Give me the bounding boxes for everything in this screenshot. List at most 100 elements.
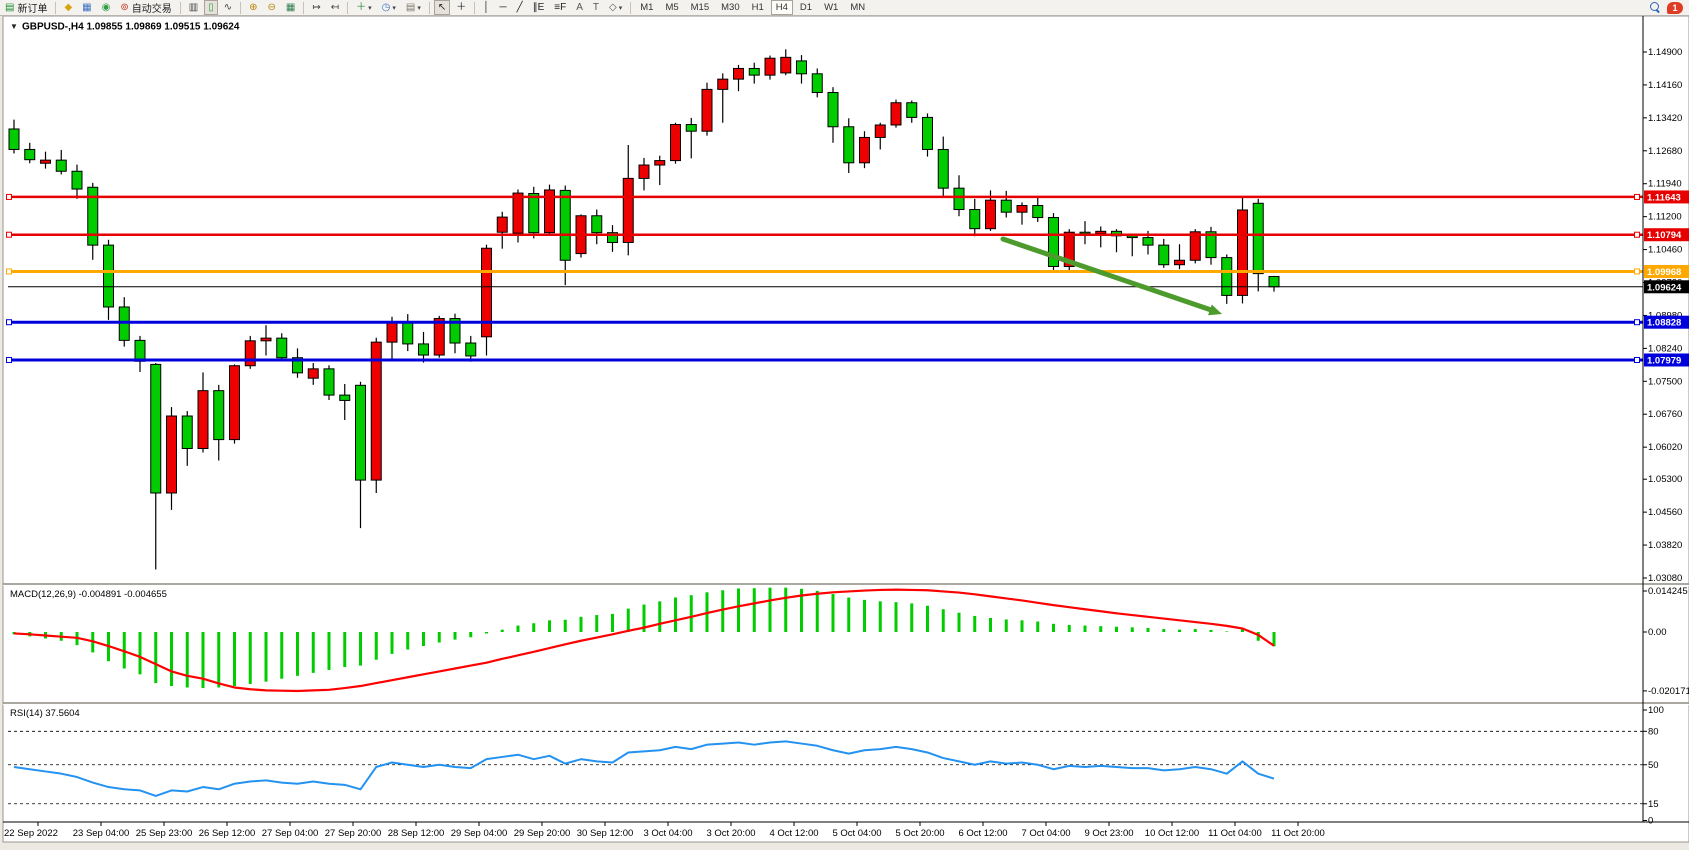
timeframe-button-m15[interactable]: M15	[686, 0, 714, 15]
line-handle[interactable]	[1635, 232, 1640, 237]
time-axis-label: 4 Oct 12:00	[769, 828, 818, 839]
bullish-candle	[245, 341, 255, 366]
trendline-button[interactable]: ╱	[513, 0, 527, 15]
toolbar-separator	[630, 2, 631, 14]
timeframe-button-m30[interactable]: M30	[716, 0, 744, 15]
vertical-line-icon: │	[483, 2, 489, 14]
data-window-icon[interactable]: ▦	[78, 0, 95, 15]
bullish-candle	[434, 319, 444, 355]
timeframe-button-mn[interactable]: MN	[845, 0, 870, 15]
bearish-candle	[182, 416, 192, 448]
timeframe-button-m5[interactable]: M5	[660, 0, 683, 15]
bearish-candle	[954, 188, 964, 209]
text-icon: A	[576, 2, 583, 14]
add-indicator-button[interactable]: ＋▾	[352, 0, 376, 15]
line-chart-icon[interactable]: ∿	[220, 0, 236, 15]
bullish-candle	[230, 366, 240, 440]
bearish-candle	[1159, 245, 1169, 265]
symbol-dropdown-icon[interactable]: ▼	[10, 22, 18, 31]
shapes-button[interactable]: ◇▾	[605, 0, 626, 15]
line-handle[interactable]	[7, 232, 12, 237]
time-axis-label: 7 Oct 04:00	[1021, 828, 1070, 839]
line-handle[interactable]	[7, 269, 12, 274]
bearish-candle	[340, 395, 350, 400]
bearish-candle	[529, 194, 539, 233]
new-order-button-label: 新订单	[17, 0, 47, 15]
rsi-axis-label: 100	[1648, 705, 1664, 716]
price-axis-label: 1.04560	[1648, 507, 1682, 518]
horizontal-line-button[interactable]: ─	[495, 0, 510, 15]
time-axis-label: 25 Sep 23:00	[136, 828, 193, 839]
line-handle[interactable]	[1635, 357, 1640, 362]
bullish-candle	[781, 57, 791, 73]
chart-shift-icon[interactable]: ↤	[327, 0, 343, 15]
crosshair-button[interactable]: ＋	[452, 0, 470, 15]
auto-scroll-icon: ↦	[312, 2, 320, 14]
toolbar-separator	[429, 2, 430, 14]
bar-chart-icon: ▥	[189, 2, 198, 14]
search-icon[interactable]	[1650, 2, 1661, 13]
line-handle[interactable]	[7, 357, 12, 362]
time-axis-label: 29 Sep 04:00	[451, 828, 508, 839]
bullish-candle	[1175, 260, 1185, 264]
chart-canvas[interactable]: 1.149001.141601.134201.126801.119401.112…	[0, 16, 1689, 850]
timeframe-button-h1[interactable]: H1	[747, 0, 769, 15]
channel-button[interactable]: ∥E	[529, 0, 549, 15]
timeframe-button-h4[interactable]: H4	[771, 0, 793, 15]
bearish-candle	[686, 125, 696, 132]
bullish-candle	[623, 178, 633, 242]
tile-windows-icon[interactable]: ▦	[282, 0, 299, 15]
timeframe-button-m1[interactable]: M1	[635, 0, 658, 15]
auto-trading-button[interactable]: ⊚自动交易	[116, 0, 175, 15]
new-order-button[interactable]: ▤新订单	[1, 0, 51, 15]
zoom-out-icon[interactable]: ⊖	[263, 0, 279, 15]
chevron-down-icon: ▾	[417, 4, 421, 12]
line-handle[interactable]	[7, 320, 12, 325]
vertical-line-button[interactable]: │	[479, 0, 493, 15]
text-label-button[interactable]: T	[589, 0, 603, 15]
templates-menu-button[interactable]: ▤▾	[402, 0, 425, 15]
time-axis-label: 11 Oct 04:00	[1208, 828, 1262, 839]
market-watch-icon: ◆	[64, 2, 72, 14]
timeframe-button-d1[interactable]: D1	[795, 0, 817, 15]
candlestick-chart-icon[interactable]: ▯	[204, 0, 218, 15]
bullish-candle	[261, 338, 271, 341]
market-watch-icon[interactable]: ◆	[60, 0, 76, 15]
line-handle[interactable]	[1635, 320, 1640, 325]
svg-text:1.08828: 1.08828	[1647, 318, 1681, 329]
timeframe-button-w1[interactable]: W1	[819, 0, 843, 15]
notification-badge[interactable]: 1	[1667, 2, 1683, 14]
bullish-candle	[655, 161, 665, 165]
text-button[interactable]: A	[572, 0, 587, 15]
current-price-tag: 1.09624	[1644, 280, 1689, 293]
time-axis-label: 9 Oct 23:00	[1084, 828, 1133, 839]
bar-chart-icon[interactable]: ▥	[185, 0, 202, 15]
zoom-in-icon[interactable]: ⊕	[245, 0, 261, 15]
line-handle[interactable]	[7, 194, 12, 199]
svg-text:1.10794: 1.10794	[1647, 230, 1682, 241]
bullish-candle	[497, 217, 507, 232]
zoom-out-icon: ⊖	[267, 2, 275, 14]
cursor-button[interactable]: ↖	[434, 0, 450, 15]
bearish-candle	[56, 160, 66, 171]
svg-text:1.09968: 1.09968	[1647, 267, 1681, 278]
macd-axis-label: 0.00	[1648, 627, 1667, 638]
fibonacci-button[interactable]: ≡F	[550, 0, 570, 15]
auto-scroll-icon[interactable]: ↦	[308, 0, 324, 15]
time-axis-label: 6 Oct 12:00	[958, 828, 1007, 839]
bullish-candle	[513, 193, 523, 233]
line-handle[interactable]	[1635, 194, 1640, 199]
bearish-candle	[214, 391, 224, 440]
bearish-candle	[970, 210, 980, 229]
timeframes-menu-button[interactable]: ◷▾	[378, 0, 400, 15]
rsi-header: RSI(14) 37.5604	[10, 708, 80, 719]
cursor-icon: ↖	[438, 2, 446, 14]
chart-shift-icon: ↤	[331, 2, 339, 14]
line-handle[interactable]	[1635, 269, 1640, 274]
chevron-down-icon: ▾	[619, 4, 623, 12]
price-axis-label: 1.05300	[1648, 474, 1682, 485]
chart-header[interactable]: ▼GBPUSD-,H4 1.09855 1.09869 1.09515 1.09…	[10, 22, 240, 33]
signals-icon[interactable]: ◉	[98, 0, 115, 15]
main-toolbar: ▤新订单◆▦◉⊚自动交易▥▯∿⊕⊖▦↦↤＋▾◷▾▤▾↖＋│─╱∥E≡FAT◇▾M…	[0, 0, 1689, 16]
bearish-candle	[324, 369, 334, 395]
